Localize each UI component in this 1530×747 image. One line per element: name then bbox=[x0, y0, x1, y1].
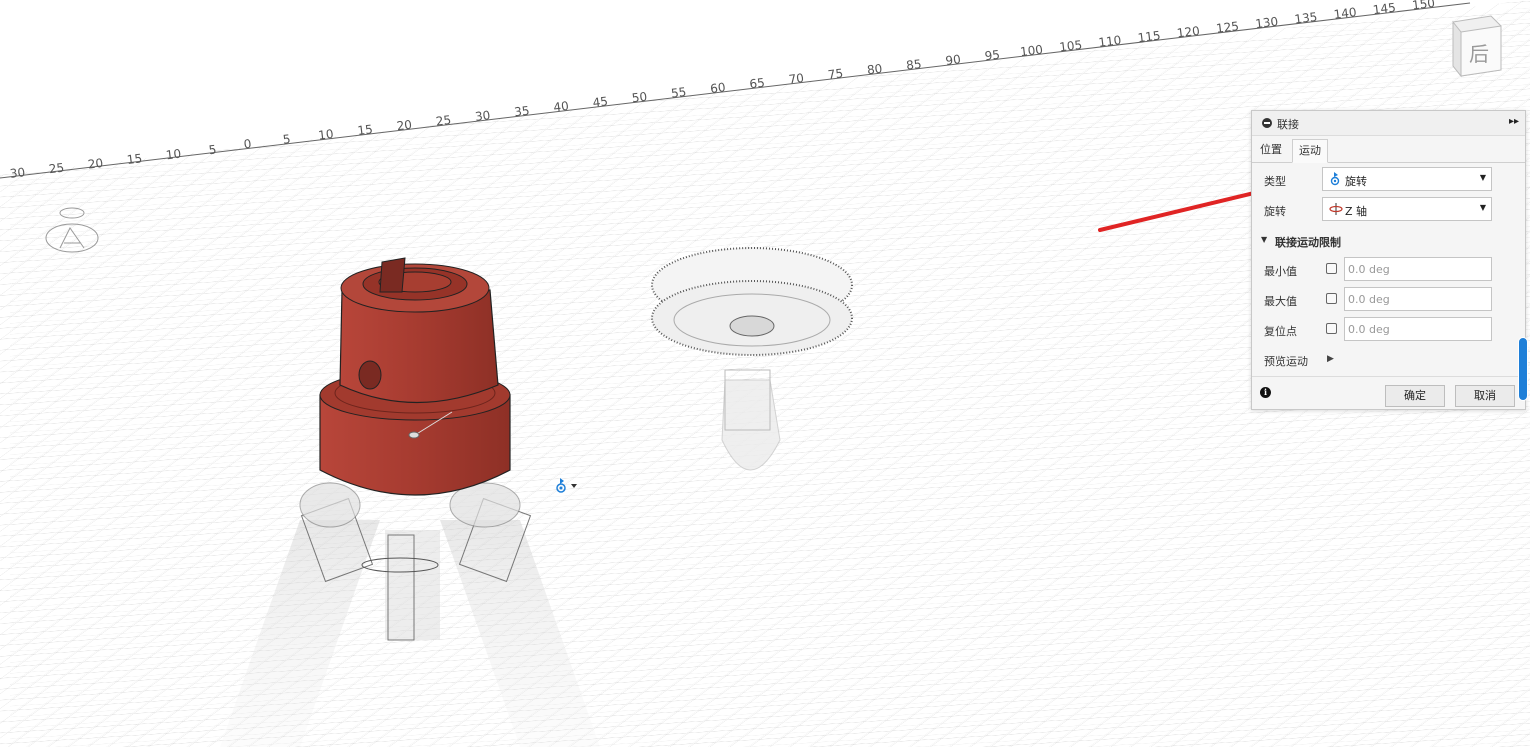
max-checkbox[interactable] bbox=[1326, 293, 1337, 304]
ruler-label: 55 bbox=[670, 85, 687, 101]
joint-dialog: 联接 ▸▸ 位置 运动 类型 旋转 ▼ 旋转 Z 轴 ▼ ▼ 联接运动限制 最小… bbox=[1251, 110, 1526, 410]
ruler-label: 105 bbox=[1058, 38, 1082, 55]
caret-down-icon: ▼ bbox=[1261, 235, 1268, 244]
rotation-label: 旋转 bbox=[1264, 205, 1286, 218]
ruler-label: 125 bbox=[1215, 19, 1239, 36]
ruler-label: 10 bbox=[165, 147, 182, 163]
dialog-title: 联接 bbox=[1277, 118, 1299, 131]
play-icon[interactable]: ▶ bbox=[1327, 354, 1334, 364]
ruler-label: 65 bbox=[749, 76, 766, 92]
ruler-label: 130 bbox=[1254, 14, 1278, 31]
min-value-input[interactable]: 0.0 deg bbox=[1344, 257, 1492, 281]
rest-label: 复位点 bbox=[1264, 325, 1297, 338]
revolute-joint-icon bbox=[1330, 172, 1340, 186]
ruler-label: 135 bbox=[1294, 10, 1318, 27]
rest-value-input[interactable]: 0.0 deg bbox=[1344, 317, 1492, 341]
ruler-label: 5 bbox=[282, 132, 291, 147]
red-joint-component[interactable] bbox=[319, 257, 511, 496]
min-checkbox[interactable] bbox=[1326, 263, 1337, 274]
ruler-label: 80 bbox=[866, 62, 883, 78]
cancel-button[interactable]: 取消 bbox=[1455, 385, 1515, 407]
ruler-label: 0 bbox=[243, 137, 252, 152]
ruler-label: 5 bbox=[208, 142, 217, 157]
rotate-axis-icon bbox=[1329, 203, 1343, 215]
ruler-label: 85 bbox=[905, 57, 922, 73]
ruler-label: 20 bbox=[87, 156, 104, 172]
ruler-label: 15 bbox=[126, 151, 143, 167]
min-label: 最小值 bbox=[1264, 265, 1297, 278]
ruler-label: 145 bbox=[1372, 0, 1396, 17]
ruler-label: 30 bbox=[9, 165, 26, 181]
caret-down-icon: ▼ bbox=[1479, 173, 1486, 182]
joint-type-selector[interactable] bbox=[555, 475, 581, 497]
type-dropdown[interactable]: 旋转 ▼ bbox=[1322, 167, 1492, 191]
type-label: 类型 bbox=[1264, 175, 1286, 188]
ruler-label: 110 bbox=[1098, 33, 1122, 50]
dialog-footer: i 确定 取消 bbox=[1252, 376, 1525, 411]
rotation-value: Z 轴 bbox=[1345, 205, 1368, 218]
ruler-label: 60 bbox=[709, 80, 726, 96]
ruler-label: 45 bbox=[592, 94, 609, 110]
limits-section-title: 联接运动限制 bbox=[1275, 236, 1341, 249]
preview-label: 预览运动 bbox=[1264, 355, 1308, 368]
ruler-label: 25 bbox=[435, 113, 452, 129]
ruler-label: 115 bbox=[1137, 28, 1161, 45]
ruler-label: 150 bbox=[1411, 0, 1435, 12]
caret-down-icon: ▼ bbox=[1479, 203, 1486, 212]
view-cube-face-label: 后 bbox=[1469, 42, 1489, 66]
ruler-label: 10 bbox=[317, 127, 334, 143]
type-value: 旋转 bbox=[1345, 175, 1367, 188]
ruler-label: 50 bbox=[631, 90, 648, 106]
rotation-axis-dropdown[interactable]: Z 轴 ▼ bbox=[1322, 197, 1492, 221]
ruler-label: 70 bbox=[788, 71, 805, 87]
max-value-input[interactable]: 0.0 deg bbox=[1344, 287, 1492, 311]
panel-scrollbar[interactable] bbox=[1518, 337, 1528, 401]
ok-button[interactable]: 确定 bbox=[1385, 385, 1445, 407]
max-label: 最大值 bbox=[1264, 295, 1297, 308]
tab-motion[interactable]: 运动 bbox=[1292, 139, 1328, 163]
ruler-label: 20 bbox=[396, 117, 413, 133]
ruler-label: 25 bbox=[48, 161, 65, 177]
ruler-label: 30 bbox=[474, 108, 491, 124]
ruler-label: 95 bbox=[984, 48, 1001, 64]
double-chevron-right-icon[interactable]: ▸▸ bbox=[1509, 116, 1519, 127]
ruler-label: 100 bbox=[1019, 42, 1043, 59]
ruler-label: 35 bbox=[513, 103, 530, 119]
info-icon[interactable]: i bbox=[1260, 387, 1271, 398]
ruler-label: 15 bbox=[357, 122, 374, 138]
ruler-label: 140 bbox=[1333, 5, 1357, 22]
ruler-label: 40 bbox=[553, 99, 570, 115]
dialog-tabs: 位置 运动 bbox=[1252, 136, 1525, 163]
minus-circle-icon[interactable] bbox=[1262, 118, 1272, 128]
tab-position[interactable]: 位置 bbox=[1254, 139, 1288, 161]
ruler-label: 120 bbox=[1176, 24, 1200, 41]
rest-checkbox[interactable] bbox=[1326, 323, 1337, 334]
view-cube[interactable]: 后 bbox=[1445, 8, 1505, 78]
ruler-label: 90 bbox=[945, 52, 962, 68]
dialog-header: 联接 ▸▸ bbox=[1252, 111, 1525, 136]
ruler-label: 75 bbox=[827, 66, 844, 82]
revolute-joint-icon bbox=[556, 478, 577, 493]
